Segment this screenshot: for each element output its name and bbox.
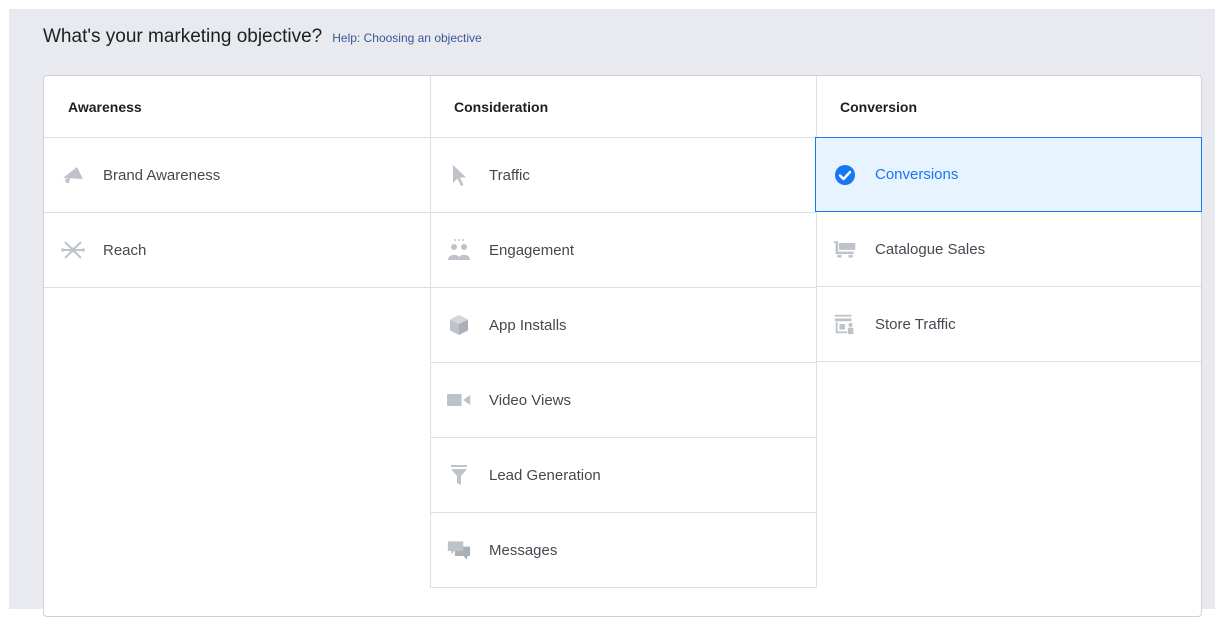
video-camera-icon bbox=[447, 388, 471, 412]
objective-label: Traffic bbox=[489, 166, 530, 184]
funnel-icon bbox=[447, 463, 471, 487]
cube-box-icon bbox=[447, 313, 471, 337]
objective-conversions[interactable]: Conversions bbox=[815, 137, 1202, 212]
objective-label: Brand Awareness bbox=[103, 166, 221, 184]
objective-reach[interactable]: Reach bbox=[44, 213, 430, 288]
objective-label: Engagement bbox=[489, 241, 575, 259]
objective-engagement[interactable]: Engagement bbox=[431, 213, 816, 288]
objective-label: Store Traffic bbox=[875, 315, 956, 333]
objective-video-views[interactable]: Video Views bbox=[431, 363, 816, 438]
objective-heading: What's your marketing objective? Help: C… bbox=[43, 26, 482, 56]
objective-app-installs[interactable]: App Installs bbox=[431, 288, 816, 363]
objective-lead-generation[interactable]: Lead Generation bbox=[431, 438, 816, 513]
objective-label: Catalogue Sales bbox=[875, 240, 986, 258]
reach-network-icon bbox=[61, 238, 85, 262]
objective-label: App Installs bbox=[489, 316, 567, 334]
objective-messages[interactable]: Messages bbox=[431, 513, 816, 588]
storefront-icon bbox=[833, 312, 857, 336]
people-icon bbox=[447, 238, 471, 262]
objective-label: Lead Generation bbox=[489, 466, 601, 484]
objective-label: Video Views bbox=[489, 391, 572, 409]
objective-traffic[interactable]: Traffic bbox=[431, 138, 816, 213]
shopping-cart-icon bbox=[833, 237, 857, 261]
objective-label: Conversions bbox=[875, 166, 959, 183]
objective-store-traffic[interactable]: Store Traffic bbox=[816, 287, 1201, 362]
column-awareness: Awareness Brand Awareness Reach bbox=[44, 76, 430, 288]
checkmark-circle-icon bbox=[833, 163, 857, 187]
column-heading-consideration: Consideration bbox=[431, 76, 816, 138]
column-heading-conversion: Conversion bbox=[816, 76, 1201, 138]
help-link[interactable]: Help: Choosing an objective bbox=[332, 31, 481, 45]
megaphone-icon bbox=[61, 163, 85, 187]
column-consideration: Consideration Traffic Engagement App Ins… bbox=[430, 76, 817, 588]
cursor-icon bbox=[447, 163, 471, 187]
page-title: What's your marketing objective? bbox=[43, 26, 323, 47]
column-conversion: Conversion Conversions Catalogue Sales S… bbox=[815, 76, 1202, 362]
column-heading-awareness: Awareness bbox=[44, 76, 430, 138]
objective-brand-awareness[interactable]: Brand Awareness bbox=[44, 138, 430, 213]
objective-catalogue-sales[interactable]: Catalogue Sales bbox=[816, 212, 1201, 287]
objective-label: Reach bbox=[103, 241, 147, 259]
chat-bubbles-icon bbox=[447, 538, 471, 562]
objective-table: Awareness Brand Awareness Reach Consider… bbox=[43, 75, 1202, 617]
objective-label: Messages bbox=[489, 541, 558, 559]
